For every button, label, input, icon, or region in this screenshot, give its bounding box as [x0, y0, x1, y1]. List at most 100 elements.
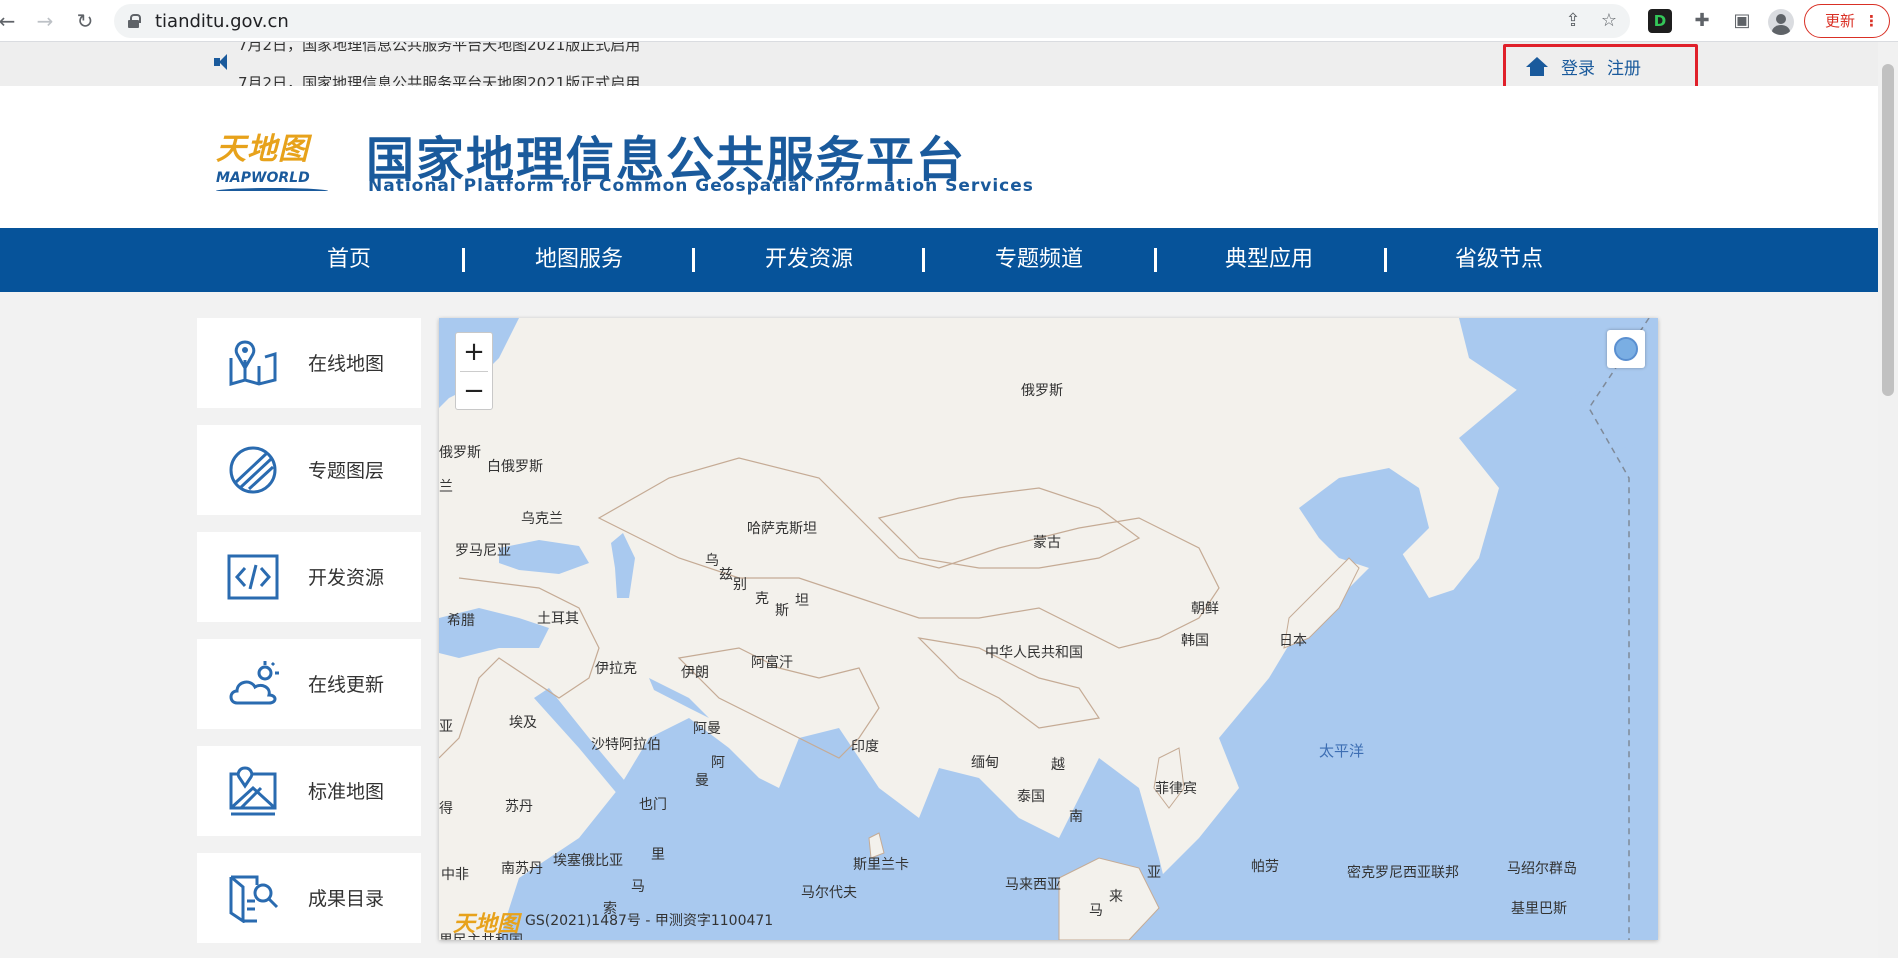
map-label-indonesia: 马	[1089, 903, 1103, 919]
map-label-oman: 曼	[695, 773, 709, 789]
zoom-out-button[interactable]: −	[456, 372, 492, 410]
reload-icon[interactable]: ↻	[72, 8, 98, 34]
main-nav: 首页 地图服务 开发资源 专题频道 典型应用 省级节点	[0, 228, 1878, 292]
cloud-update-icon	[229, 661, 279, 705]
back-arrow-icon[interactable]: ←	[0, 8, 20, 34]
layer-icon	[229, 446, 277, 494]
sidebar-item-dev-resources[interactable]: 开发资源	[197, 532, 421, 622]
sidebar-label: 成果目录	[308, 888, 385, 910]
register-link[interactable]: 注册	[1607, 54, 1641, 79]
page-scrollbar[interactable]	[1878, 42, 1898, 958]
sidebar-label: 标准地图	[308, 781, 385, 803]
map-label-iran: 伊朗	[681, 665, 709, 681]
map-pin-icon	[229, 340, 277, 386]
sidebar-item-catalog[interactable]: 成果目录	[197, 853, 421, 943]
nav-home[interactable]: 首页	[234, 228, 464, 292]
map-label-palau: 帕劳	[1251, 859, 1279, 875]
map-label-philippines: 菲律宾	[1155, 781, 1197, 797]
map-label-somalia: 里	[651, 847, 665, 863]
map-label-indonesia: 亚	[1147, 865, 1161, 881]
tianditu-logo[interactable]: 天地图 MAPWORLD	[216, 124, 332, 196]
bookmark-star-icon[interactable]: ☆	[1598, 10, 1620, 32]
map-label-russia-west: 俄罗斯	[439, 445, 481, 461]
map-label-marshall-islands: 马绍尔群岛	[1507, 861, 1577, 877]
site-header: 天地图 MAPWORLD 国家地理信息公共服务平台 National Platf…	[0, 86, 1878, 228]
map-label-mongolia: 蒙古	[1033, 535, 1061, 551]
extension-d-icon[interactable]: D	[1648, 9, 1672, 33]
map-label-turkey: 土耳其	[537, 611, 579, 627]
map-label-uzbekistan: 坦	[795, 593, 809, 609]
map-label-japan: 日本	[1279, 633, 1307, 649]
map-viewer[interactable]: 俄罗斯 俄罗斯 白俄罗斯 兰 乌克兰 罗马尼亚 希腊 土耳其 哈萨克斯坦 乌 兹…	[439, 318, 1658, 940]
notice-text-2[interactable]: 7月2日，国家地理信息公共服务平台天地图2021版正式启用	[238, 72, 640, 86]
map-label-pacific-ocean: 太平洋	[1319, 742, 1365, 760]
map-label-ukraine: 乌克兰	[521, 511, 563, 527]
login-link[interactable]: 登录	[1561, 54, 1595, 79]
logo-arc	[216, 188, 328, 194]
map-label-north-korea: 朝鲜	[1191, 601, 1219, 617]
logo-text-cn: 天地图	[216, 132, 309, 167]
sidebar-label: 专题图层	[308, 460, 385, 482]
map-label-thailand: 泰国	[1017, 789, 1045, 805]
address-bar[interactable]: tianditu.gov.cn ⇪ ☆	[114, 4, 1630, 38]
map-label-indonesia: 来	[1109, 889, 1123, 905]
sidebar-label: 在线更新	[308, 674, 385, 696]
map-label-belarus: 白俄罗斯	[487, 459, 543, 475]
auth-links: 登录 注册	[1503, 44, 1698, 92]
nav-dev-resources[interactable]: 开发资源	[694, 228, 924, 292]
map-label-sudan: 苏丹	[505, 799, 533, 815]
map-label-somalia: 马	[631, 879, 645, 895]
map-label-russia: 俄罗斯	[1021, 383, 1063, 399]
map-label-maldives: 马尔代夫	[801, 885, 857, 901]
nav-applications[interactable]: 典型应用	[1154, 228, 1384, 292]
side-panel-icon[interactable]: ▣	[1730, 9, 1754, 33]
forward-arrow-icon[interactable]: →	[32, 8, 58, 34]
logo-text-en: MAPWORLD	[216, 170, 310, 186]
map-label-south-korea: 韩国	[1181, 633, 1209, 649]
zoom-in-button[interactable]: +	[456, 333, 492, 371]
nav-provincial[interactable]: 省级节点	[1384, 228, 1614, 292]
url-text[interactable]: tianditu.gov.cn	[155, 11, 289, 32]
map-label-malaysia: 马来西亚	[1005, 877, 1061, 893]
map-label-south-sudan: 南苏丹	[501, 861, 543, 877]
map-label-egypt: 埃及	[509, 715, 537, 731]
map-label-china: 中华人民共和国	[985, 645, 1083, 661]
more-menu-icon[interactable]: ⋮	[1864, 5, 1879, 37]
sidebar-item-standard-map[interactable]: 标准地图	[197, 746, 421, 836]
share-icon[interactable]: ⇪	[1562, 10, 1584, 32]
map-canvas	[439, 318, 1658, 940]
map-label-afghanistan: 阿富汗	[751, 655, 793, 671]
map-label-myanmar: 缅甸	[971, 755, 999, 771]
map-label-uzbekistan: 兹	[719, 567, 733, 583]
map-label-iraq: 伊拉克	[595, 661, 637, 677]
zoom-control: + −	[455, 332, 493, 410]
map-credit: GS(2021)1487号 - 甲测资字1100471	[525, 913, 774, 929]
map-label-micronesia: 密克罗尼西亚联邦	[1347, 865, 1459, 881]
site-subtitle: National Platform for Common Geospatial …	[368, 176, 1034, 196]
home-icon[interactable]	[1526, 57, 1548, 77]
puzzle-extensions-icon[interactable]: ✚	[1690, 9, 1714, 33]
nav-topics[interactable]: 专题频道	[924, 228, 1154, 292]
sidebar-item-online-map[interactable]: 在线地图	[197, 318, 421, 408]
nav-map-services[interactable]: 地图服务	[464, 228, 694, 292]
update-button[interactable]: 更新 ⋮	[1804, 4, 1890, 38]
sidebar-item-online-update[interactable]: 在线更新	[197, 639, 421, 729]
lock-icon[interactable]	[128, 14, 141, 28]
code-icon	[227, 554, 279, 600]
map-label-sri-lanka: 斯里兰卡	[853, 857, 909, 873]
map-label-oman: 阿	[711, 755, 725, 771]
map-logo: 天地图	[453, 911, 520, 937]
scroll-thumb[interactable]	[1882, 64, 1894, 396]
map-label-fragment: 亚	[439, 719, 453, 735]
map-label-ethiopia: 埃塞俄比亚	[553, 853, 623, 869]
globe-view-button[interactable]	[1607, 330, 1645, 368]
globe-icon	[1614, 337, 1638, 361]
profile-avatar-icon[interactable]	[1768, 9, 1794, 35]
map-label-saudi-arabia: 沙特阿拉伯	[591, 737, 661, 753]
notice-text-1[interactable]: 7月2日，国家地理信息公共服务平台天地图2021版正式启用	[238, 42, 640, 55]
update-label: 更新	[1825, 12, 1856, 30]
map-label-fragment: 兰	[439, 479, 453, 495]
sidebar-item-thematic-layer[interactable]: 专题图层	[197, 425, 421, 515]
map-label-romania: 罗马尼亚	[455, 543, 511, 559]
map-label-central-africa: 中非	[441, 867, 469, 883]
